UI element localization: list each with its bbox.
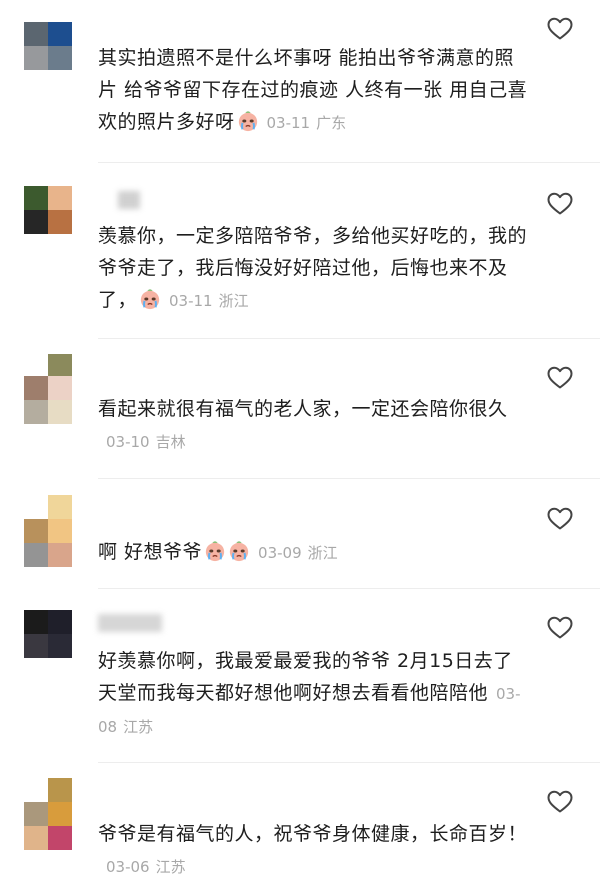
comment-location: 浙江: [307, 544, 338, 562]
comment-location: 吉林: [155, 433, 186, 451]
comment-location: 广东: [316, 114, 347, 132]
heart-outline-icon[interactable]: [547, 790, 573, 814]
avatar[interactable]: [24, 610, 72, 658]
comment-date: 03-09: [258, 544, 302, 562]
comment-location: 江苏: [155, 858, 186, 876]
heart-outline-icon[interactable]: [547, 192, 573, 216]
divider: [98, 588, 600, 589]
comment-date: 03-11: [169, 292, 213, 310]
avatar[interactable]: [24, 778, 72, 850]
username[interactable]: [118, 191, 140, 209]
heart-outline-icon[interactable]: [547, 17, 573, 41]
comment-text: 啊 好想爷爷 03-09 浙江: [98, 540, 338, 563]
comment-text: 其实拍遗照不是什么坏事呀 能拍出爷爷满意的照片 给爷爷留下存在过的痕迹 人终有一…: [98, 47, 528, 133]
comment-meta: 03-06 江苏: [106, 858, 186, 876]
divider: [98, 338, 600, 339]
username[interactable]: [98, 614, 162, 632]
comment-location: 浙江: [218, 292, 249, 310]
comment-text: 羡慕你，一定多陪陪爷爷，多给他买好吃的，我的爷爷走了，我后悔没好好陪过他，后悔也…: [98, 225, 528, 311]
heart-outline-icon[interactable]: [547, 366, 573, 390]
comment-text: 看起来就很有福气的老人家，一定还会陪你很久03-10 吉林: [98, 398, 508, 451]
divider: [98, 478, 600, 479]
heart-outline-icon[interactable]: [547, 507, 573, 531]
comment-meta: 03-10 吉林: [106, 433, 186, 451]
comment-text: 爷爷是有福气的人，祝爷爷身体健康，长命百岁！03-06 江苏: [98, 823, 528, 876]
crying-face-icon: [228, 540, 250, 562]
heart-outline-icon[interactable]: [547, 616, 573, 640]
comment-meta: 03-11 广东: [267, 114, 347, 132]
avatar[interactable]: [24, 186, 72, 234]
avatar[interactable]: [24, 354, 72, 424]
divider: [98, 762, 600, 763]
comment-meta: 03-09 浙江: [258, 544, 338, 562]
divider: [98, 162, 600, 163]
comment-date: 03-10: [106, 433, 150, 451]
avatar[interactable]: [24, 22, 72, 70]
avatar[interactable]: [24, 495, 72, 567]
comment-meta: 03-11 浙江: [169, 292, 249, 310]
crying-face-icon: [139, 288, 161, 310]
crying-face-icon: [204, 540, 226, 562]
comment-date: 03-06: [106, 858, 150, 876]
comment-text: 好羡慕你啊，我最爱最爱我的爷爷 2月15日去了天堂而我每天都好想他啊好想去看看他…: [98, 650, 521, 736]
comment-location: 江苏: [123, 718, 154, 736]
crying-face-icon: [237, 110, 259, 132]
comment-date: 03-11: [266, 114, 311, 132]
